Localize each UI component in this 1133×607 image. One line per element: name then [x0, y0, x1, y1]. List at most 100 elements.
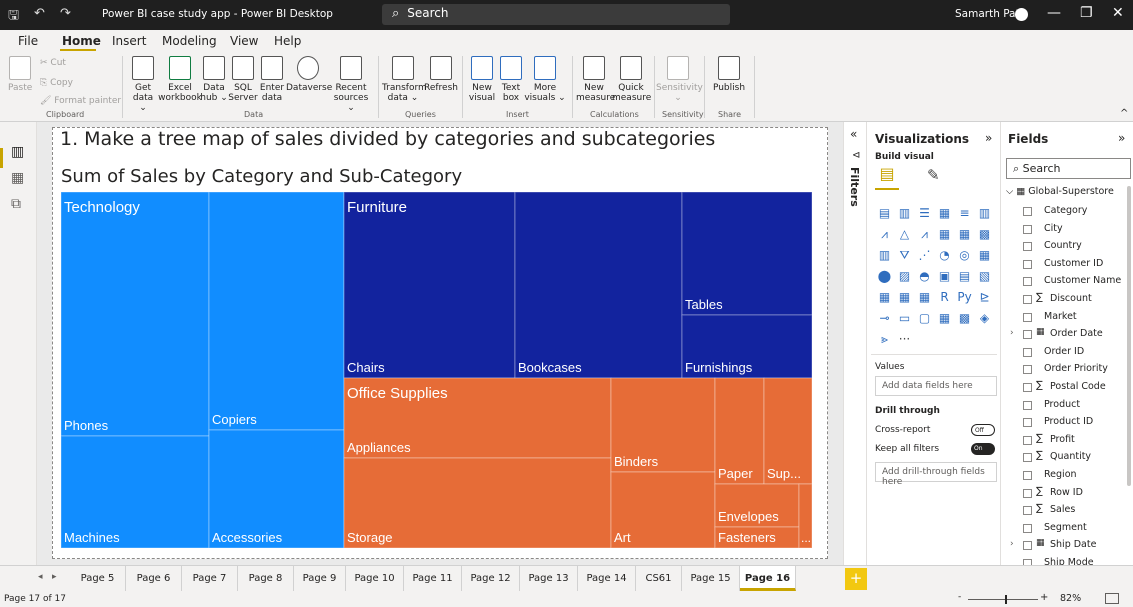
- field-item[interactable]: ∑ Profit: [1006, 433, 1131, 450]
- paste-button[interactable]: Paste: [8, 56, 32, 93]
- format-visual-icon[interactable]: ✎: [927, 166, 940, 184]
- visual-type-icon[interactable]: ◔: [935, 246, 954, 265]
- chevron-right-icon[interactable]: ›: [1010, 328, 1014, 338]
- visual-type-icon[interactable]: ▦: [895, 288, 914, 307]
- page-tab[interactable]: Page 6: [126, 566, 182, 591]
- visual-type-icon[interactable]: R: [935, 288, 954, 307]
- report-view-icon[interactable]: ▥: [11, 144, 24, 160]
- field-item[interactable]: Customer ID: [1006, 257, 1131, 274]
- field-checkbox[interactable]: [1023, 224, 1032, 234]
- field-checkbox[interactable]: [1023, 488, 1032, 498]
- more-visuals-icon[interactable]: ···: [895, 330, 914, 349]
- visual-type-icon[interactable]: ▦: [975, 246, 994, 265]
- recent-sources-button[interactable]: Recent sources ⌄: [330, 56, 372, 113]
- field-item[interactable]: Segment: [1006, 521, 1131, 538]
- publish-button[interactable]: Publish: [712, 56, 746, 93]
- field-checkbox[interactable]: [1023, 259, 1032, 269]
- visual-type-icon[interactable]: ▤: [955, 267, 974, 286]
- zoom-slider-thumb[interactable]: [1005, 595, 1007, 604]
- visual-type-icon[interactable]: ◎: [955, 246, 974, 265]
- enter-data-button[interactable]: Enter data: [258, 56, 286, 103]
- visual-type-icon[interactable]: ⩘: [915, 225, 934, 244]
- sensitivity-button[interactable]: Sensitivity ⌄: [656, 56, 703, 103]
- field-item[interactable]: Category: [1006, 204, 1131, 221]
- field-item[interactable]: › ▦ Ship Date: [1006, 538, 1131, 555]
- new-measure-button[interactable]: New measure: [576, 56, 615, 103]
- visual-type-icon[interactable]: ▩: [955, 309, 974, 328]
- visual-type-icon[interactable]: ⊸: [875, 309, 894, 328]
- field-item[interactable]: Customer Name: [1006, 274, 1131, 291]
- page-tab[interactable]: CS61: [636, 566, 682, 591]
- filters-label[interactable]: Filters: [848, 167, 861, 207]
- field-item[interactable]: Product: [1006, 398, 1131, 415]
- filters-pane-collapsed[interactable]: « ⊲ Filters: [843, 122, 866, 565]
- expand-filters-icon[interactable]: «: [850, 127, 857, 141]
- excel-workbook-button[interactable]: Excel workbook: [158, 56, 202, 103]
- values-well[interactable]: Add data fields here: [875, 376, 997, 396]
- field-checkbox[interactable]: [1023, 400, 1032, 410]
- field-checkbox[interactable]: [1023, 277, 1032, 287]
- zoom-in-icon[interactable]: +: [1040, 592, 1048, 603]
- page-tab[interactable]: Page 14: [578, 566, 636, 591]
- field-item[interactable]: ∑ Postal Code: [1006, 380, 1131, 397]
- format-painter-button[interactable]: 🖌 Format painter: [40, 96, 121, 106]
- treemap-tile-copiers[interactable]: [208, 192, 345, 431]
- field-checkbox[interactable]: [1023, 541, 1032, 551]
- visual-type-icon[interactable]: ⋰: [915, 246, 934, 265]
- menu-help[interactable]: Help: [274, 34, 301, 48]
- field-checkbox[interactable]: [1023, 418, 1032, 428]
- visual-type-icon[interactable]: ▢: [915, 309, 934, 328]
- restore-icon[interactable]: ❐: [1080, 5, 1093, 21]
- collapse-visualizations-icon[interactable]: »: [985, 131, 992, 145]
- zoom-slider[interactable]: [968, 599, 1038, 600]
- field-item[interactable]: ∑ Discount: [1006, 292, 1131, 309]
- model-view-icon[interactable]: ⧉: [11, 196, 21, 212]
- undo-icon[interactable]: ↶: [34, 6, 45, 21]
- visual-type-icon[interactable]: ▦: [915, 288, 934, 307]
- visual-type-icon[interactable]: ⩘: [875, 225, 894, 244]
- visual-type-icon[interactable]: ▤: [875, 204, 894, 223]
- page-tab[interactable]: Page 7: [182, 566, 238, 591]
- field-item[interactable]: Order ID: [1006, 345, 1131, 362]
- fields-search-input[interactable]: ⌕ Search: [1006, 158, 1131, 179]
- visual-type-icon[interactable]: ▦: [875, 288, 894, 307]
- collapse-ribbon-icon[interactable]: ^: [1120, 108, 1128, 119]
- table-global-superstore[interactable]: ⌵ ▦ Global-Superstore: [1006, 186, 1114, 197]
- page-tab[interactable]: Page 10: [346, 566, 404, 591]
- visual-type-icon[interactable]: ⊵: [975, 288, 994, 307]
- menu-modeling[interactable]: Modeling: [162, 34, 217, 48]
- visual-type-icon[interactable]: ▧: [975, 267, 994, 286]
- fields-scrollbar[interactable]: [1127, 186, 1131, 486]
- visual-type-icon[interactable]: ▥: [895, 204, 914, 223]
- dataverse-button[interactable]: Dataverse: [286, 56, 332, 93]
- field-item[interactable]: Region: [1006, 468, 1131, 485]
- field-checkbox[interactable]: [1023, 312, 1032, 322]
- fit-to-page-icon[interactable]: [1105, 593, 1119, 604]
- get-data-button[interactable]: Get data ⌄: [128, 56, 158, 113]
- minimize-icon[interactable]: —: [1047, 5, 1061, 21]
- field-checkbox[interactable]: [1023, 506, 1032, 516]
- page-tab[interactable]: Page 12: [462, 566, 520, 591]
- redo-icon[interactable]: ↷: [60, 6, 71, 21]
- field-item[interactable]: Country: [1006, 239, 1131, 256]
- transform-data-button[interactable]: Transform data ⌄: [382, 56, 427, 103]
- field-item[interactable]: Order Priority: [1006, 362, 1131, 379]
- visual-type-icon[interactable]: ≡: [955, 204, 974, 223]
- cross-report-toggle[interactable]: Off: [971, 424, 995, 436]
- menu-file[interactable]: File: [18, 34, 38, 48]
- field-checkbox[interactable]: [1023, 207, 1032, 216]
- visual-type-icon[interactable]: ▦: [935, 309, 954, 328]
- field-checkbox[interactable]: [1023, 330, 1032, 340]
- page-tab[interactable]: Page 9: [294, 566, 346, 591]
- more-visuals-button[interactable]: More visuals ⌄: [524, 56, 566, 103]
- text-box-button[interactable]: Text box: [498, 56, 524, 103]
- visual-type-icon[interactable]: ◓: [915, 267, 934, 286]
- visual-type-icon[interactable]: ▩: [975, 225, 994, 244]
- collapse-fields-icon[interactable]: »: [1118, 131, 1125, 145]
- visual-type-icon[interactable]: ▥: [875, 246, 894, 265]
- field-checkbox[interactable]: [1023, 471, 1032, 480]
- quick-measure-button[interactable]: Quick measure: [612, 56, 651, 103]
- zoom-out-icon[interactable]: -: [958, 592, 961, 602]
- field-item[interactable]: ∑ Row ID: [1006, 486, 1131, 503]
- page-tab[interactable]: Page 5: [70, 566, 126, 591]
